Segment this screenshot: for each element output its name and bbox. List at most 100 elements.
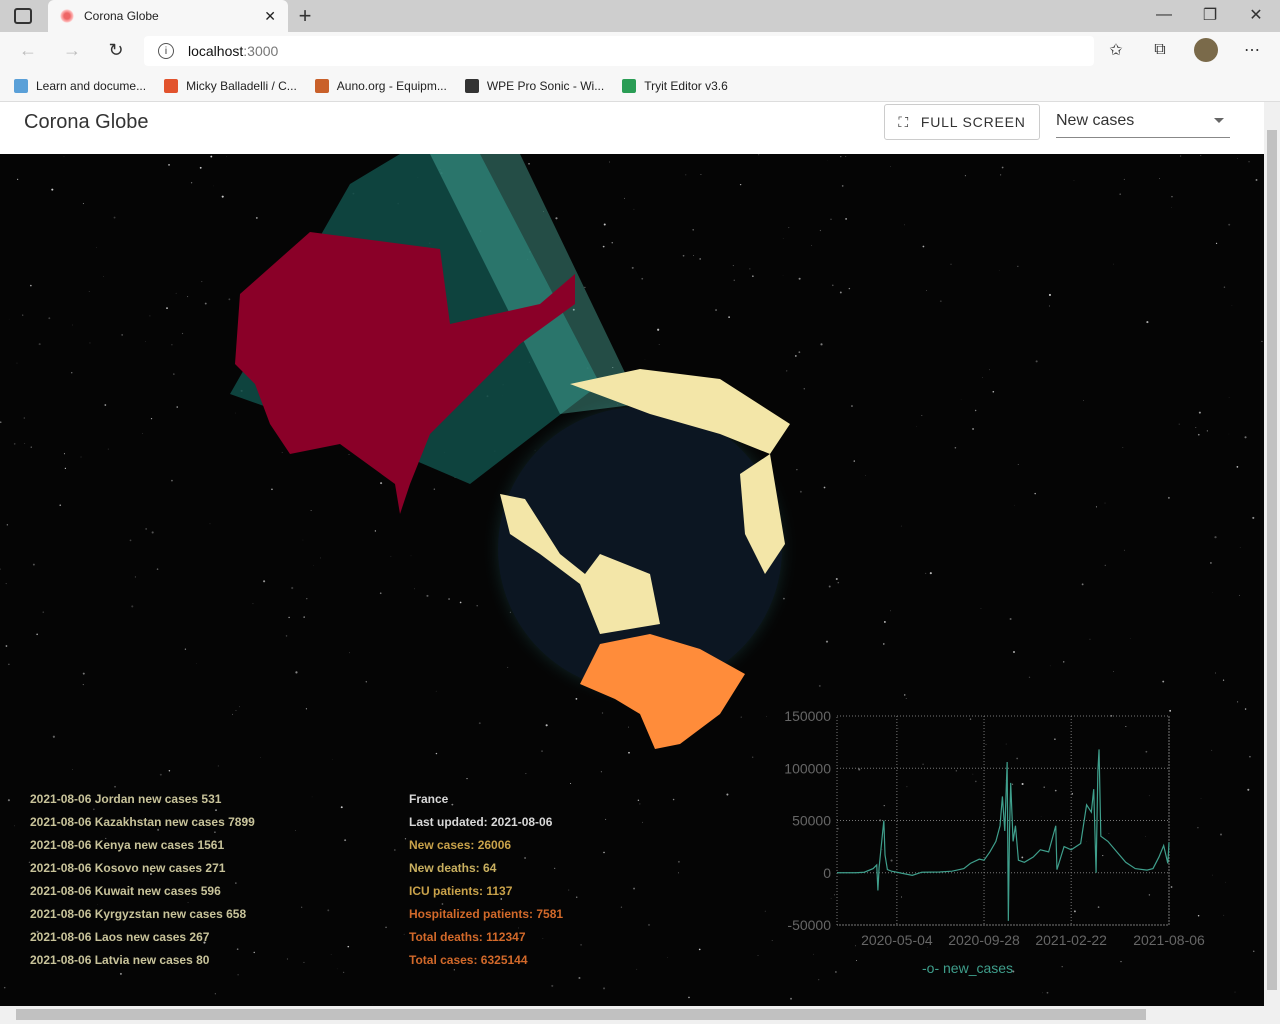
scrollbar-thumb[interactable] (16, 1009, 1146, 1020)
star (628, 751, 630, 754)
star (851, 405, 853, 407)
bookmark-2[interactable]: Auno.org - Equipm... (314, 78, 447, 93)
star (184, 648, 187, 650)
feed-item: 2021-08-06 Kenya new cases 1561 (30, 838, 225, 852)
w3schools-icon (622, 78, 637, 93)
star (390, 555, 392, 557)
scrollbar-thumb[interactable] (1267, 130, 1277, 990)
address-bar[interactable]: i localhost:3000 (144, 36, 1094, 66)
star (64, 467, 67, 470)
star (1215, 672, 1217, 674)
star (1048, 293, 1051, 296)
globe-scene[interactable]: 2021-08-06 Jordan new cases 531 2021-08-… (0, 154, 1264, 1006)
star (239, 706, 240, 708)
bookmark-label: Learn and docume... (36, 78, 147, 93)
star (379, 592, 382, 595)
star (36, 633, 38, 636)
minimize-icon[interactable]: — (1154, 4, 1174, 26)
star (209, 523, 211, 525)
vertical-scrollbar[interactable] (1264, 102, 1280, 1006)
star (890, 166, 891, 167)
star (173, 373, 175, 375)
bookmarks-bar: Learn and docume... Micky Balladelli / C… (0, 70, 1280, 102)
bookmark-0[interactable]: Learn and docume... (14, 78, 147, 93)
star (38, 343, 41, 346)
star (603, 223, 606, 226)
star (187, 296, 189, 298)
star (255, 216, 258, 219)
star (575, 698, 578, 700)
new-tab-icon[interactable]: + (294, 3, 316, 28)
star (974, 409, 977, 412)
feed-item: 2021-08-06 Latvia new cases 80 (30, 953, 210, 967)
star (1214, 536, 1217, 539)
star (23, 417, 26, 419)
star (435, 752, 438, 755)
star (305, 708, 307, 710)
more-icon[interactable]: ⋯ (1240, 38, 1264, 62)
feed-item: 2021-08-06 Jordan new cases 531 (30, 792, 222, 806)
collections-icon[interactable]: ⧉ (1148, 38, 1172, 62)
star (214, 993, 216, 995)
star (715, 309, 718, 312)
bookmark-1[interactable]: Micky Balladelli / C... (164, 78, 297, 93)
star (348, 453, 350, 455)
star (830, 218, 832, 220)
star (541, 750, 543, 753)
star (620, 906, 623, 908)
restore-icon[interactable]: ❐ (1200, 4, 1220, 26)
bookmark-4[interactable]: Tryit Editor v3.6 (622, 78, 728, 93)
chart-legend[interactable]: -o- new_cases (922, 960, 1013, 976)
close-window-icon[interactable]: ✕ (1246, 4, 1266, 26)
favorites-icon[interactable]: ✩ (1104, 38, 1128, 62)
star (698, 948, 701, 951)
star (999, 174, 1002, 176)
star (623, 197, 625, 199)
bookmark-label: Auno.org - Equipm... (336, 78, 447, 93)
star (575, 896, 578, 898)
browser-tab[interactable]: Corona Globe ✕ (48, 0, 288, 32)
bookmark-3[interactable]: WPE Pro Sonic - Wi... (464, 78, 605, 93)
star (699, 258, 701, 260)
close-tab-icon[interactable]: ✕ (264, 8, 276, 25)
star (853, 460, 855, 462)
tab-title: Corona Globe (84, 9, 159, 23)
horizontal-scrollbar[interactable] (0, 1006, 1280, 1024)
star (758, 154, 760, 156)
star (1206, 430, 1208, 432)
star (794, 355, 797, 357)
app-header: Corona Globe ⛶ FULL SCREEN New cases (0, 102, 1264, 154)
star (302, 539, 304, 541)
star (1231, 305, 1233, 306)
full-screen-button[interactable]: ⛶ FULL SCREEN (884, 104, 1040, 140)
star (5, 645, 8, 647)
star (82, 684, 84, 686)
star (845, 156, 847, 157)
star (677, 860, 680, 863)
star (798, 351, 801, 354)
star (749, 268, 751, 270)
star (330, 953, 332, 955)
feed-item: 2021-08-06 Kazakhstan new cases 7899 (30, 815, 255, 829)
bookmark-label: WPE Pro Sonic - Wi... (486, 78, 605, 93)
star (285, 635, 288, 637)
info-icon[interactable]: i (158, 43, 174, 59)
star (1249, 755, 1251, 758)
star (119, 972, 122, 975)
tab-actions-icon[interactable] (14, 8, 32, 24)
star (786, 370, 788, 372)
star (603, 987, 606, 990)
star (728, 316, 730, 318)
forward-icon[interactable]: → (60, 38, 84, 62)
star (22, 314, 24, 316)
back-icon[interactable]: ← (16, 38, 40, 62)
feed-item: 2021-08-06 Kosovo new cases 271 (30, 861, 226, 875)
star (739, 183, 742, 186)
star (1223, 286, 1226, 288)
star (313, 565, 314, 566)
reload-icon[interactable]: ↻ (104, 38, 128, 62)
profile-avatar[interactable] (1194, 38, 1218, 62)
star (700, 174, 702, 176)
star (171, 344, 173, 346)
metric-select[interactable]: New cases (1056, 106, 1230, 138)
